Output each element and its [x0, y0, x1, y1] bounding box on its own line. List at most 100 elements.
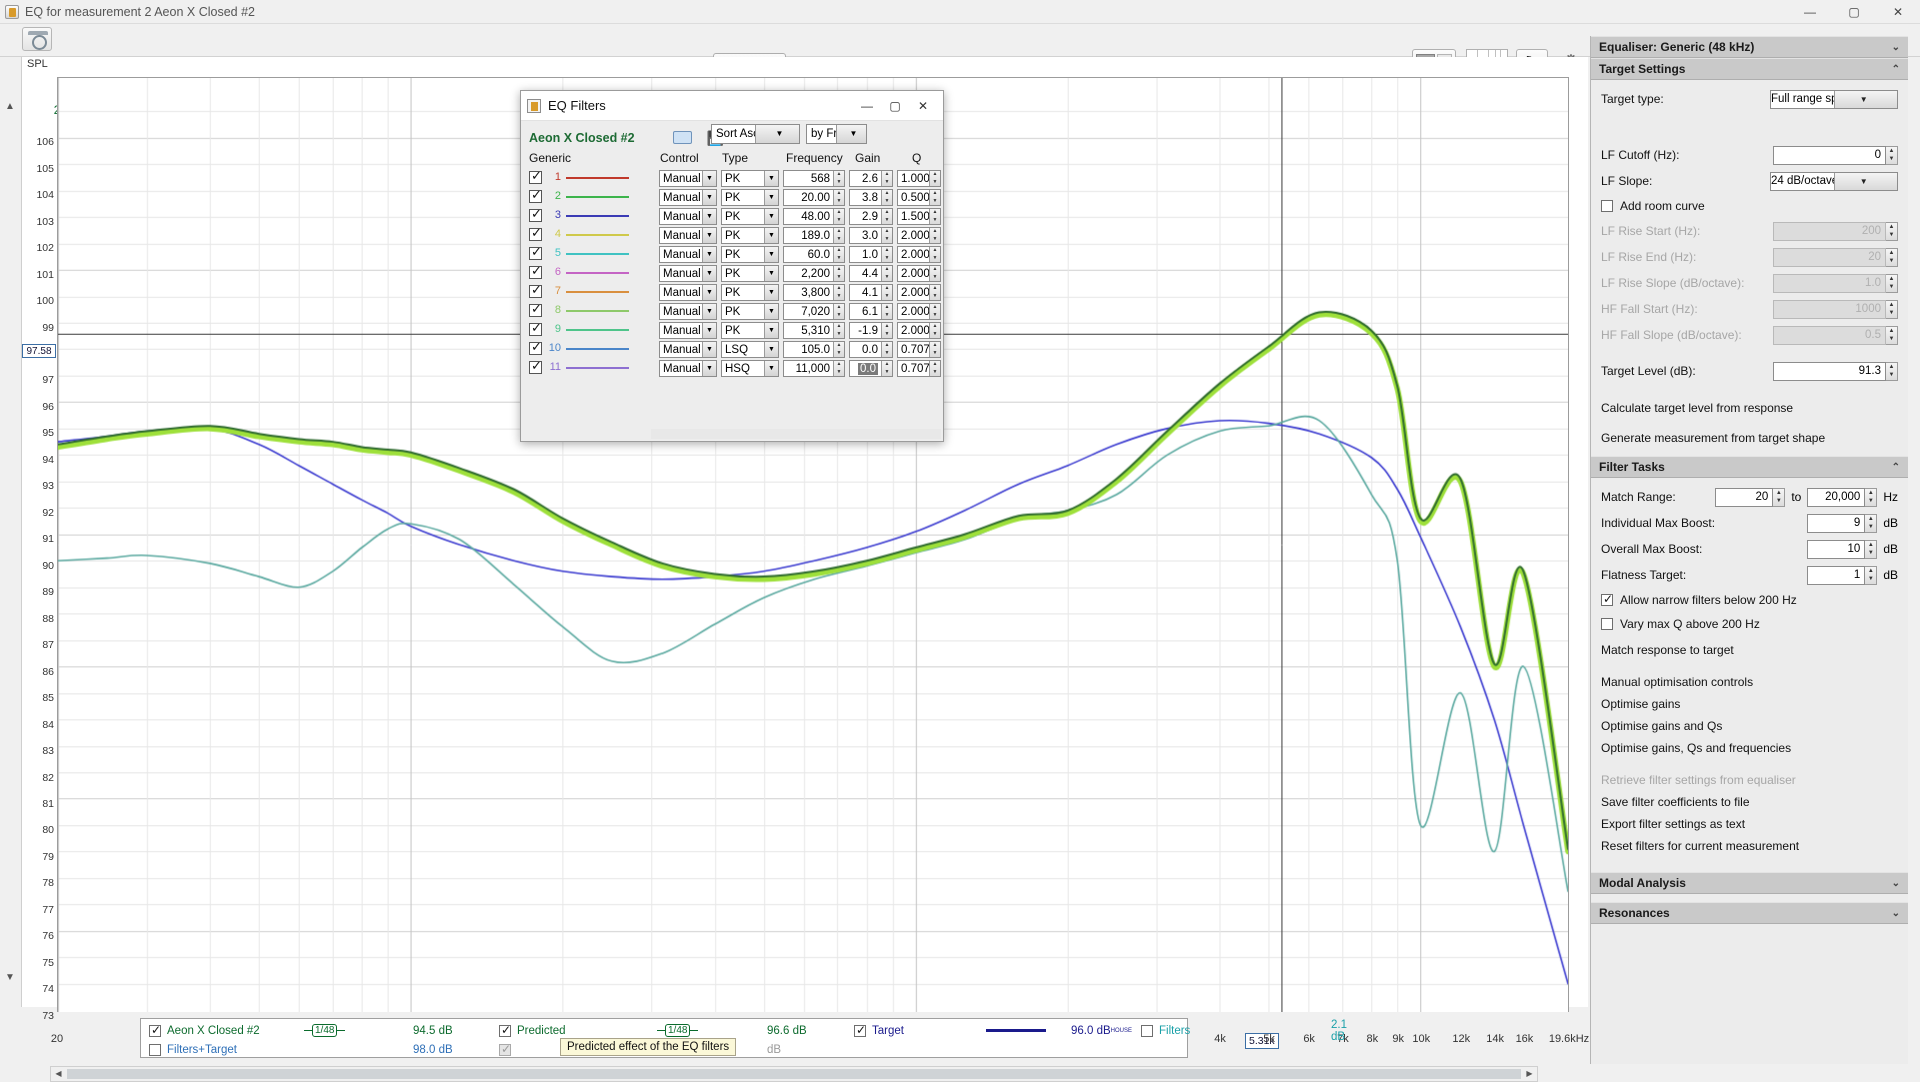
filter-enable-checkbox[interactable] — [529, 244, 542, 260]
filter-control-select[interactable]: Manual ▼ — [659, 208, 717, 225]
gain-stepper[interactable]: ▲ ▼ — [881, 342, 892, 357]
chevron-down-icon[interactable]: ▼ — [702, 285, 716, 300]
add-room-curve-checkbox[interactable] — [1601, 200, 1613, 212]
chevron-down-icon[interactable]: ▼ — [755, 125, 799, 143]
filter-frequency-input[interactable]: 568 ▲ ▼ — [783, 170, 845, 187]
filter-type-select[interactable]: PK ▼ — [721, 170, 779, 187]
maximize-button[interactable]: ▢ — [1832, 0, 1876, 24]
q-stepper[interactable]: ▲ ▼ — [929, 228, 940, 243]
filter-control-select[interactable]: Manual ▼ — [659, 227, 717, 244]
sort-by-select[interactable]: by Freq ▼ — [806, 124, 867, 144]
filter-frequency-input[interactable]: 105.0 ▲ ▼ — [783, 341, 845, 358]
filter-gain-input[interactable]: 1.0 ▲ ▼ — [849, 246, 893, 263]
lf-slope-select[interactable]: 24 dB/octave ▼ — [1770, 171, 1898, 191]
flatness-target-input[interactable]: 1 — [1807, 565, 1866, 585]
chevron-down-icon[interactable]: ▼ — [764, 304, 778, 319]
match-range-to-stepper[interactable]: ▲ ▼ — [1865, 487, 1878, 507]
filter-row[interactable]: 2 Manual▼PK▼20.00▲▼3.8▲▼0.500▲▼ — [521, 187, 943, 207]
gain-stepper[interactable]: ▲ ▼ — [881, 323, 892, 338]
filter-q-input[interactable]: 2.000 ▲ ▼ — [897, 265, 941, 282]
chevron-up-icon[interactable]: ⌃ — [1892, 462, 1900, 473]
filter-q-input[interactable]: 2.000 ▲ ▼ — [897, 227, 941, 244]
frequency-stepper[interactable]: ▲ ▼ — [833, 266, 844, 281]
filter-enable-checkbox[interactable] — [529, 282, 542, 298]
filter-control-select[interactable]: Manual ▼ — [659, 265, 717, 282]
q-stepper[interactable]: ▲ ▼ — [929, 342, 940, 357]
filter-row[interactable]: 5 Manual▼PK▼60.0▲▼1.0▲▼2.000▲▼ — [521, 244, 943, 264]
chevron-down-icon[interactable]: ▼ — [764, 361, 778, 376]
frequency-stepper[interactable]: ▲ ▼ — [833, 342, 844, 357]
filter-row[interactable]: 9 Manual▼PK▼5,310▲▼-1.9▲▼2.000▲▼ — [521, 320, 943, 340]
dialog-close-button[interactable]: ✕ — [909, 93, 937, 119]
filter-gain-input[interactable]: 0.0 ▲ ▼ — [849, 341, 893, 358]
chevron-down-icon[interactable]: ▼ — [702, 304, 716, 319]
scrollbar-thumb[interactable] — [67, 1069, 1521, 1079]
filter-q-input[interactable]: 1.000 ▲ ▼ — [897, 170, 941, 187]
export-filter-settings-link[interactable]: Export filter settings as text — [1601, 816, 1898, 832]
match-range-from-stepper[interactable]: ▲ ▼ — [1773, 487, 1786, 507]
gain-stepper[interactable]: ▲ ▼ — [881, 266, 892, 281]
legend-checkbox-target[interactable] — [854, 1023, 866, 1037]
equaliser-section-header[interactable]: Equaliser: Generic (48 kHz) ⌄ — [1591, 36, 1908, 58]
chevron-down-icon[interactable]: ⌄ — [1892, 908, 1900, 919]
filter-gain-input[interactable]: 2.9 ▲ ▼ — [849, 208, 893, 225]
filter-enable-checkbox[interactable] — [529, 339, 542, 355]
target-level-stepper[interactable]: ▲ ▼ — [1886, 361, 1898, 381]
lf-cutoff-input[interactable]: 0 — [1773, 145, 1886, 165]
chevron-down-icon[interactable]: ▼ — [702, 190, 716, 205]
sort-order-select[interactable]: Sort Ascending ▼ — [711, 124, 800, 144]
filter-row[interactable]: 11 Manual▼HSQ▼11,000▲▼0.0▲▼0.707▲▼ — [521, 358, 943, 378]
legend-smoothing-measurement[interactable]: 1/48 — [304, 1021, 346, 1040]
frequency-stepper[interactable]: ▲ ▼ — [833, 190, 844, 205]
dialog-maximize-button[interactable]: ▢ — [881, 93, 909, 119]
match-range-to-input[interactable]: 20,000 — [1807, 487, 1866, 507]
generate-measurement-link[interactable]: Generate measurement from target shape — [1601, 430, 1898, 446]
filter-frequency-input[interactable]: 20.00 ▲ ▼ — [783, 189, 845, 206]
chevron-down-icon[interactable]: ⌄ — [1892, 878, 1900, 889]
legend-checkbox-measurement[interactable] — [149, 1023, 161, 1037]
manual-optimisation-link[interactable]: Manual optimisation controls — [1601, 674, 1898, 690]
gain-stepper[interactable]: ▲ ▼ — [881, 228, 892, 243]
frequency-stepper[interactable]: ▲ ▼ — [833, 361, 844, 376]
chevron-down-icon[interactable]: ▼ — [764, 247, 778, 262]
filter-enable-checkbox[interactable] — [529, 320, 542, 336]
vary-max-q-row[interactable]: Vary max Q above 200 Hz — [1601, 614, 1898, 634]
filter-row[interactable]: 6 Manual▼PK▼2,200▲▼4.4▲▼2.000▲▼ — [521, 263, 943, 283]
filter-type-select[interactable]: PK ▼ — [721, 246, 779, 263]
chevron-down-icon[interactable]: ▼ — [836, 125, 866, 143]
legend-item-filters[interactable]: Filters — [1141, 1021, 1190, 1040]
filter-type-select[interactable]: HSQ ▼ — [721, 360, 779, 377]
filter-control-select[interactable]: Manual ▼ — [659, 170, 717, 187]
filter-gain-input[interactable]: 3.0 ▲ ▼ — [849, 227, 893, 244]
filter-enable-checkbox[interactable] — [529, 206, 542, 222]
scroll-down-icon[interactable]: ▼ — [4, 972, 16, 984]
filter-type-select[interactable]: PK ▼ — [721, 189, 779, 206]
allow-narrow-filters-row[interactable]: Allow narrow filters below 200 Hz — [1601, 590, 1898, 610]
filter-control-select[interactable]: Manual ▼ — [659, 189, 717, 206]
overall-max-boost-stepper[interactable]: ▲ ▼ — [1865, 539, 1878, 559]
filter-gain-input[interactable]: 4.4 ▲ ▼ — [849, 265, 893, 282]
gain-stepper[interactable]: ▲ ▼ — [881, 285, 892, 300]
legend-checkbox-predicted[interactable] — [499, 1023, 511, 1037]
chevron-down-icon[interactable]: ⌄ — [1892, 42, 1900, 53]
vertical-ruler[interactable]: ▲ ▼ — [0, 57, 22, 1007]
optimise-gains-link[interactable]: Optimise gains — [1601, 696, 1898, 712]
q-stepper[interactable]: ▲ ▼ — [929, 171, 940, 186]
frequency-stepper[interactable]: ▲ ▼ — [833, 304, 844, 319]
gain-stepper[interactable]: ▲ ▼ — [881, 190, 892, 205]
filter-type-select[interactable]: PK ▼ — [721, 265, 779, 282]
resonances-header[interactable]: Resonances ⌄ — [1591, 902, 1908, 924]
filter-type-select[interactable]: PK ▼ — [721, 227, 779, 244]
optimise-gains-qs-link[interactable]: Optimise gains and Qs — [1601, 718, 1898, 734]
target-settings-header[interactable]: Target Settings ⌃ — [1591, 58, 1908, 80]
chevron-down-icon[interactable]: ▼ — [1833, 172, 1897, 190]
legend-checkbox-filters-target[interactable] — [149, 1043, 161, 1056]
filter-control-select[interactable]: Manual ▼ — [659, 246, 717, 263]
filter-row[interactable]: 3 Manual▼PK▼48.00▲▼2.9▲▼1.500▲▼ — [521, 206, 943, 226]
filter-control-select[interactable]: Manual ▼ — [659, 341, 717, 358]
filter-q-input[interactable]: 2.000 ▲ ▼ — [897, 322, 941, 339]
frequency-stepper[interactable]: ▲ ▼ — [833, 285, 844, 300]
filter-type-select[interactable]: PK ▼ — [721, 322, 779, 339]
chevron-down-icon[interactable]: ▼ — [702, 247, 716, 262]
chevron-up-icon[interactable]: ⌃ — [1892, 64, 1900, 75]
